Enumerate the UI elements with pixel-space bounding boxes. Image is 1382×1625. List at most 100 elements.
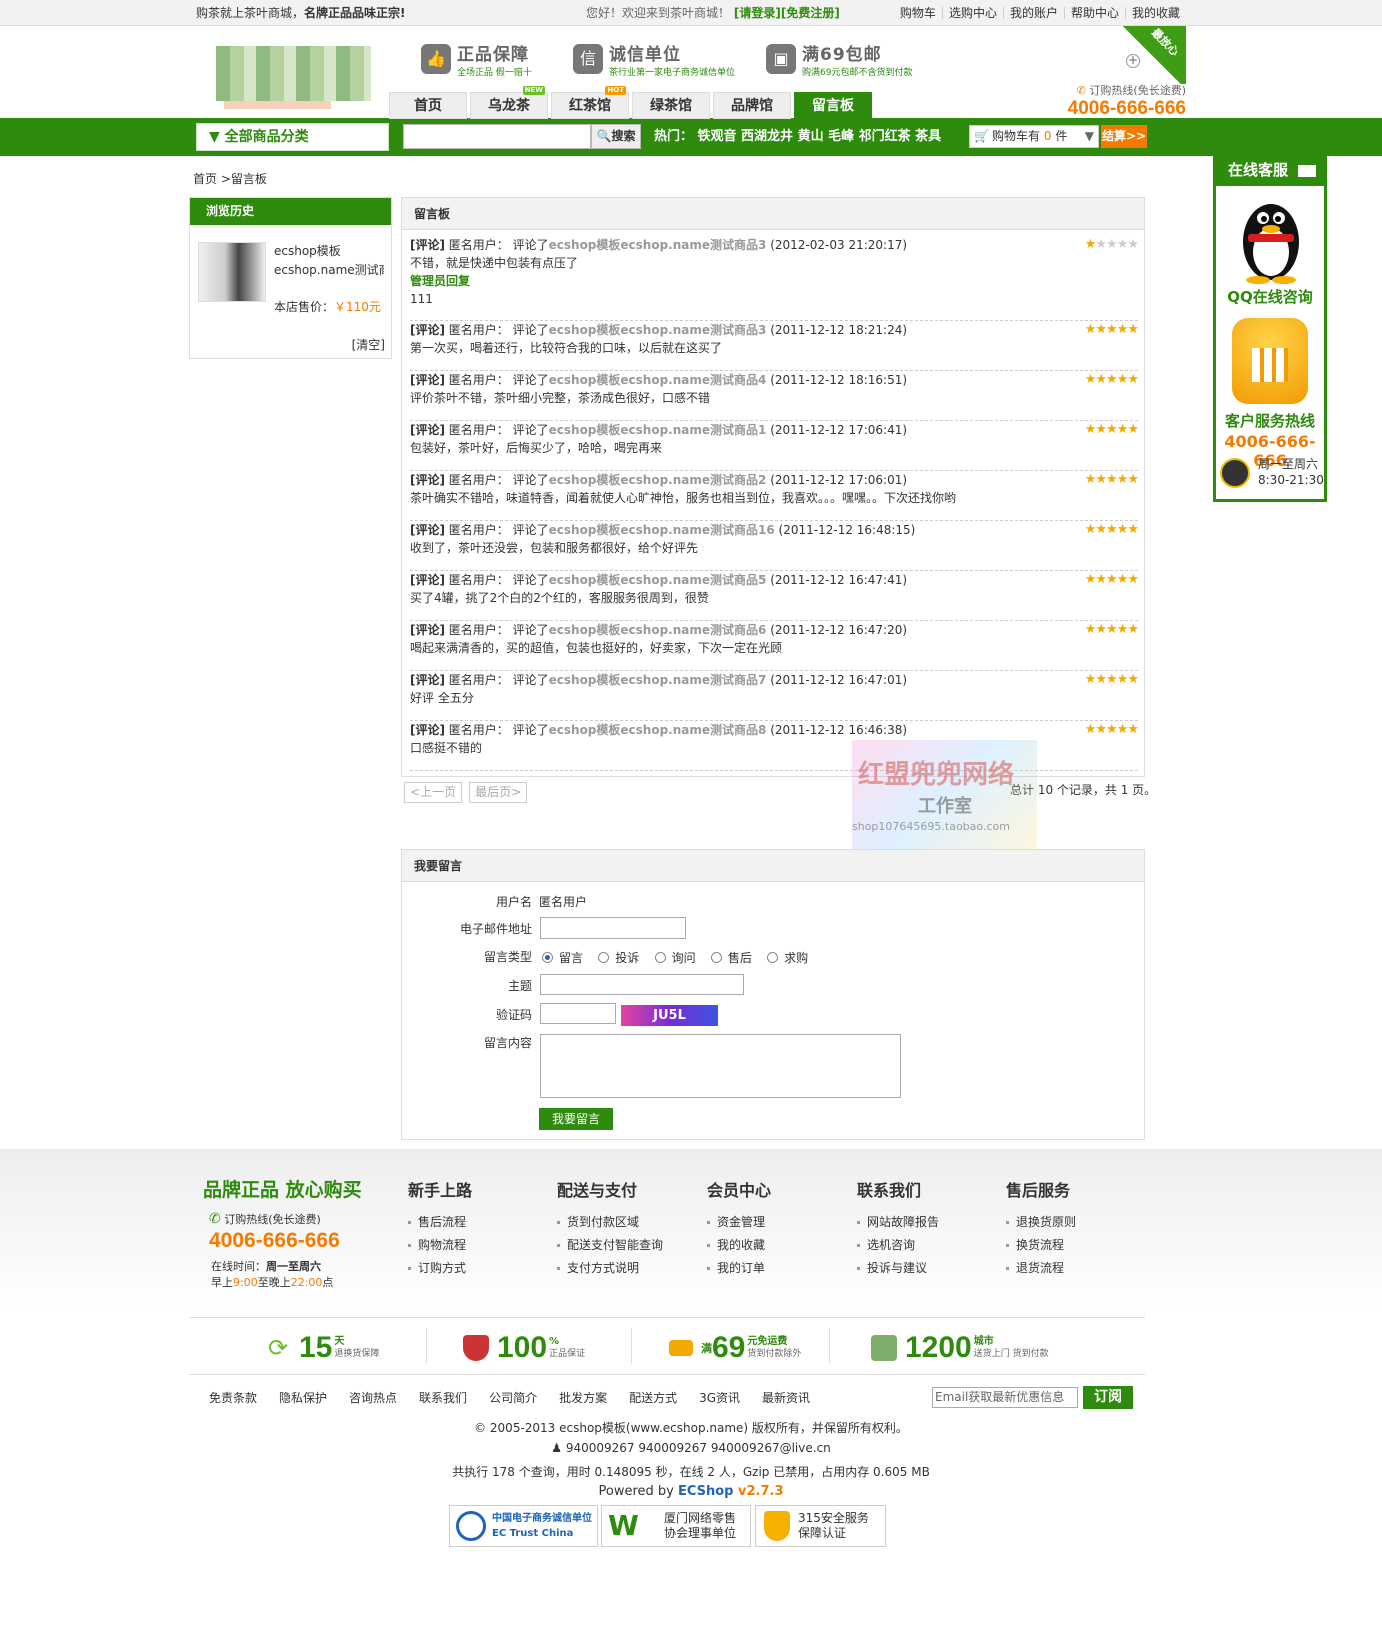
star-icon: ★ bbox=[1106, 237, 1118, 252]
footer-column-link[interactable]: 支付方式说明 bbox=[557, 1257, 663, 1280]
footer-column-link[interactable]: 退换货原则 bbox=[1006, 1211, 1076, 1234]
search-button[interactable]: 🔍搜索 bbox=[591, 124, 641, 149]
qq-consult-link[interactable]: QQ在线咨询 bbox=[1216, 286, 1324, 307]
message-time: (2012-02-03 21:20:17) bbox=[770, 238, 908, 252]
breadcrumb[interactable]: 首页 >留言板 bbox=[193, 170, 267, 187]
message-product-link[interactable]: ecshop模板ecshop.name测试商品7 bbox=[549, 673, 767, 687]
message-product-link[interactable]: ecshop模板ecshop.name测试商品5 bbox=[549, 573, 767, 587]
last-page-button[interactable]: 最后页> bbox=[469, 782, 528, 803]
qq-penguin-icon[interactable] bbox=[1238, 190, 1304, 284]
subscribe-button[interactable]: 订阅 bbox=[1083, 1386, 1133, 1409]
footer-link[interactable]: 咨询热点 bbox=[349, 1389, 397, 1406]
top-link-account[interactable]: 我的账户 bbox=[1002, 7, 1064, 19]
star-icon: ★ bbox=[1127, 422, 1139, 437]
footer-link[interactable]: 联系我们 bbox=[419, 1389, 467, 1406]
message-product-link[interactable]: ecshop模板ecshop.name测试商品3 bbox=[549, 238, 767, 252]
radio-purchase[interactable]: 求购 bbox=[767, 951, 808, 965]
promo-returns: ⟳ 15 天退换货保障 bbox=[265, 1328, 379, 1368]
submit-message-button[interactable]: 我要留言 bbox=[539, 1108, 613, 1130]
message-product-link[interactable]: ecshop模板ecshop.name测试商品4 bbox=[549, 373, 767, 387]
top-link-help[interactable]: 帮助中心 bbox=[1063, 7, 1125, 19]
plus-icon[interactable]: + bbox=[1126, 54, 1140, 68]
message-product-link[interactable]: ecshop模板ecshop.name测试商品6 bbox=[549, 623, 767, 637]
radio-inquiry[interactable]: 询问 bbox=[654, 951, 696, 965]
footer-link[interactable]: 配送方式 bbox=[629, 1389, 677, 1406]
message-content: 好评 全五分 bbox=[410, 691, 474, 705]
radio-complaint[interactable]: 投诉 bbox=[598, 951, 639, 965]
star-icon: ★ bbox=[1084, 237, 1097, 252]
message-time: (2011-12-12 16:48:15) bbox=[778, 523, 916, 537]
history-product-name[interactable]: ecshop模板 ecshop.name测试商 bbox=[274, 242, 384, 280]
footer-column-link[interactable]: 我的订单 bbox=[707, 1257, 771, 1280]
site-logo[interactable] bbox=[216, 46, 371, 109]
radio-aftersale[interactable]: 售后 bbox=[710, 951, 752, 965]
footer-column-link[interactable]: 换货流程 bbox=[1006, 1234, 1076, 1257]
footer-column-link[interactable]: 货到付款区域 bbox=[557, 1211, 663, 1234]
product-thumbnail[interactable] bbox=[198, 242, 266, 302]
subject-field[interactable] bbox=[540, 974, 744, 995]
radio-message[interactable]: 留言 bbox=[542, 951, 583, 965]
footer-hotline-number: 4006-666-666 bbox=[209, 1229, 340, 1252]
footer-link[interactable]: 免责条款 bbox=[209, 1389, 257, 1406]
credit-icon: 信 bbox=[573, 44, 603, 74]
content-textarea[interactable] bbox=[540, 1034, 901, 1098]
promo-delivery: 1200 城市 送货上门 货到付款 bbox=[871, 1328, 1049, 1368]
login-link[interactable]: [请登录] bbox=[734, 6, 781, 20]
star-icon: ★ bbox=[1084, 472, 1097, 487]
trust-badge-xm[interactable]: W 厦门网络零售 协会理事单位 bbox=[601, 1505, 751, 1547]
register-link[interactable]: [免费注册] bbox=[781, 6, 840, 20]
footer-column-link[interactable]: 售后流程 bbox=[408, 1211, 472, 1234]
footer-link[interactable]: 隐私保护 bbox=[279, 1389, 327, 1406]
top-link-select[interactable]: 选购中心 bbox=[941, 7, 1003, 19]
footer-column-link[interactable]: 购物流程 bbox=[408, 1234, 472, 1257]
message-item: [评论] 匿名用户： 评论了ecshop模板ecshop.name测试商品6 (… bbox=[410, 621, 1139, 671]
top-link-cart[interactable]: 购物车 bbox=[894, 7, 942, 19]
nav-home[interactable]: 首页 bbox=[389, 92, 467, 119]
newsletter-email-input[interactable]: Email获取最新优惠信息 bbox=[932, 1387, 1078, 1408]
trust-badge-315[interactable]: 315安全服务 保障认证 bbox=[755, 1505, 886, 1547]
footer-column-link[interactable]: 退货流程 bbox=[1006, 1257, 1076, 1280]
category-dropdown[interactable]: ▼ 全部商品分类 bbox=[196, 123, 389, 151]
nav-black-tea[interactable]: 红茶馆 HOT bbox=[551, 86, 629, 119]
checkout-button[interactable]: 结算>> bbox=[1101, 125, 1147, 148]
footer-column-link[interactable]: 订购方式 bbox=[408, 1257, 472, 1280]
nav-message-board[interactable]: 留言板 bbox=[794, 92, 872, 119]
footer-column-title: 会员中心 bbox=[707, 1181, 772, 1200]
top-link-favorites[interactable]: 我的收藏 bbox=[1124, 7, 1186, 19]
footer-column-link[interactable]: 资金管理 bbox=[707, 1211, 771, 1234]
footer-column: 配送与支付 货到付款区域 配送支付智能查询 支付方式说明 bbox=[557, 1177, 663, 1280]
search-input[interactable] bbox=[403, 124, 591, 149]
footer-column-link[interactable]: 配送支付智能查询 bbox=[557, 1234, 663, 1257]
footer-column-link[interactable]: 投诉与建议 bbox=[857, 1257, 939, 1280]
star-icon: ★ bbox=[1095, 322, 1107, 337]
header-hotline: ✆ 订购热线(免长途费) 4006-666-666 bbox=[1068, 82, 1186, 120]
footer-column-link[interactable]: 我的收藏 bbox=[707, 1234, 771, 1257]
nav-oolong[interactable]: 乌龙茶 NEW bbox=[470, 86, 548, 119]
star-icon: ★ bbox=[1116, 722, 1129, 737]
captcha-field[interactable] bbox=[540, 1003, 616, 1024]
clear-history-link[interactable]: [清空] bbox=[352, 336, 385, 353]
prev-page-button[interactable]: <上一页 bbox=[404, 782, 463, 803]
footer-link[interactable]: 公司简介 bbox=[489, 1389, 537, 1406]
message-product-link[interactable]: ecshop模板ecshop.name测试商品8 bbox=[549, 723, 767, 737]
minimize-icon[interactable] bbox=[1298, 165, 1316, 177]
nav-brand[interactable]: 品牌馆 bbox=[713, 92, 791, 119]
captcha-image[interactable]: JU5L bbox=[621, 1005, 718, 1026]
footer-link[interactable]: 3G资讯 bbox=[699, 1389, 740, 1406]
footer-column-link[interactable]: 网站故障报告 bbox=[857, 1211, 939, 1234]
message-product-link[interactable]: ecshop模板ecshop.name测试商品2 bbox=[549, 473, 767, 487]
message-content: 喝起来满清香的，买的超值，包装也挺好的，好卖家，下次一定在光顾 bbox=[410, 641, 783, 655]
message-tag: [评论] bbox=[410, 238, 445, 252]
footer-link[interactable]: 批发方案 bbox=[559, 1389, 607, 1406]
footer-link[interactable]: 最新资讯 bbox=[762, 1389, 810, 1406]
footer-column-link[interactable]: 选机咨询 bbox=[857, 1234, 939, 1257]
trust-badge-ec[interactable]: 中国电子商务诚信单位 EC Trust China bbox=[449, 1505, 598, 1547]
nav-green-tea[interactable]: 绿茶馆 bbox=[632, 92, 710, 119]
message-product-link[interactable]: ecshop模板ecshop.name测试商品16 bbox=[549, 523, 775, 537]
email-field[interactable] bbox=[540, 917, 686, 939]
star-icon: ★ bbox=[1106, 322, 1118, 337]
message-product-link[interactable]: ecshop模板ecshop.name测试商品3 bbox=[549, 323, 767, 337]
hot-keywords[interactable]: 热门： 铁观音 西湖龙井 黄山 毛峰 祁门红茶 茶具 bbox=[654, 118, 941, 156]
message-product-link[interactable]: ecshop模板ecshop.name测试商品1 bbox=[549, 423, 767, 437]
cart-box[interactable]: 🛒 购物车有 0 件 ▼ bbox=[969, 125, 1099, 148]
